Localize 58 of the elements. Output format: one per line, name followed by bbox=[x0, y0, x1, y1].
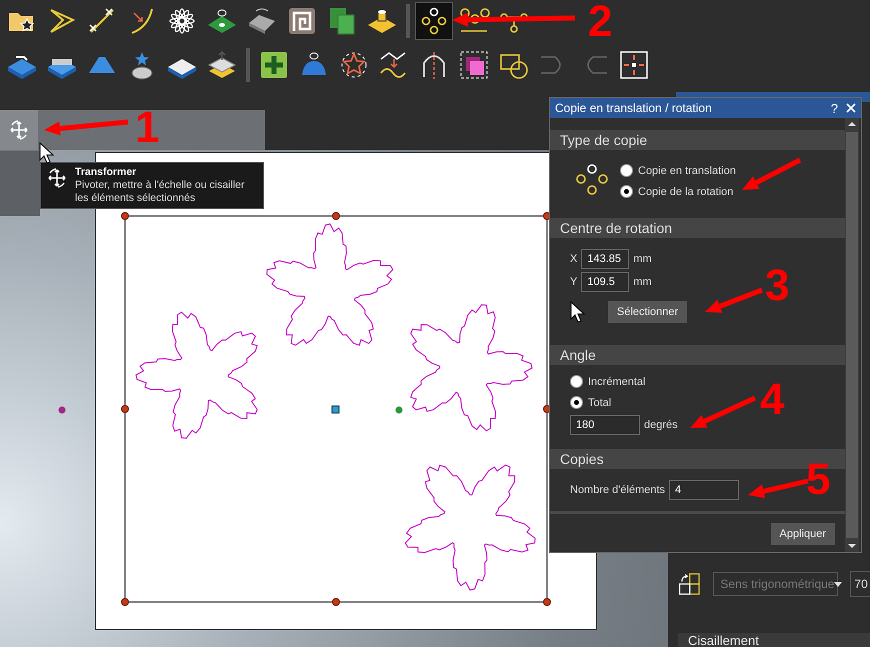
tooltip-title: Transformer bbox=[75, 166, 138, 179]
radio-option[interactable]: Copie en translation bbox=[620, 160, 736, 181]
axis-label: Y bbox=[570, 276, 578, 288]
tooltip-description: Pivoter, mettre à l'échelle ou cisailler les éléments sélectionnés bbox=[75, 179, 246, 205]
toolbar-button[interactable] bbox=[415, 2, 453, 40]
square-icon bbox=[458, 49, 490, 81]
scrollbar[interactable] bbox=[845, 118, 859, 552]
unit-label: mm bbox=[633, 276, 652, 288]
step-number: 2 bbox=[588, 2, 612, 42]
pointer-arrow bbox=[690, 396, 756, 428]
dialog-title: Copie en translation / rotation bbox=[555, 101, 713, 115]
step-number: 3 bbox=[765, 266, 790, 306]
selection-handle[interactable] bbox=[332, 212, 340, 220]
step-number: 1 bbox=[135, 108, 160, 148]
expand-icon bbox=[618, 49, 650, 81]
step-number: 4 bbox=[760, 380, 784, 420]
pointer-arrow bbox=[705, 288, 763, 313]
radio-option[interactable]: Incrémental bbox=[570, 371, 646, 392]
mouse-cursor-icon bbox=[39, 142, 55, 164]
angle-field[interactable]: 180 bbox=[570, 414, 640, 434]
radio-option[interactable]: Copie de la rotation bbox=[620, 181, 734, 202]
radio-button[interactable] bbox=[620, 164, 633, 177]
rotation-center-handle[interactable] bbox=[332, 406, 340, 414]
selection-handle[interactable] bbox=[543, 598, 551, 606]
layer-stack-icon bbox=[206, 49, 238, 81]
coordinate-field[interactable]: 143.85 bbox=[581, 248, 630, 268]
close-icon[interactable] bbox=[846, 103, 856, 113]
unit-label: degrés bbox=[644, 418, 678, 430]
unit-label: mm bbox=[633, 252, 652, 264]
help-button[interactable]: ? bbox=[830, 100, 838, 116]
radio-button[interactable] bbox=[620, 185, 633, 198]
axis-label: X bbox=[570, 252, 578, 264]
count-field[interactable]: 4 bbox=[669, 480, 740, 500]
coordinate-field[interactable]: 109.5 bbox=[581, 272, 630, 292]
mouse-cursor-icon bbox=[570, 301, 586, 323]
section-heading: Angle bbox=[550, 345, 845, 365]
plus-icon bbox=[258, 49, 290, 81]
count-label: Nombre d'éléments bbox=[570, 484, 666, 496]
section-heading: Type de copie bbox=[550, 130, 845, 150]
apply-button[interactable]: Appliquer bbox=[770, 523, 835, 545]
selection-handle[interactable] bbox=[332, 598, 340, 606]
selection-handle[interactable] bbox=[121, 405, 129, 413]
pointer-arrow bbox=[742, 158, 802, 190]
selection-handle[interactable] bbox=[121, 212, 129, 220]
selection-handle[interactable] bbox=[121, 598, 129, 606]
skew-handle[interactable] bbox=[58, 406, 66, 414]
select-button[interactable]: Sélectionner bbox=[608, 301, 688, 323]
pointer-arrow bbox=[748, 478, 809, 498]
radio-button[interactable] bbox=[570, 396, 583, 409]
section-heading: Centre de rotation bbox=[550, 218, 845, 238]
radio-option[interactable]: Total bbox=[570, 392, 612, 413]
section-heading: Cisaillement bbox=[678, 633, 870, 647]
pivot-handle[interactable] bbox=[396, 406, 402, 414]
value-field[interactable]: 70 bbox=[850, 571, 870, 597]
caret-icon bbox=[834, 582, 842, 586]
radio-button[interactable] bbox=[570, 375, 583, 388]
square-spiral-icon bbox=[286, 5, 318, 37]
transform-tool-button[interactable] bbox=[0, 110, 38, 150]
